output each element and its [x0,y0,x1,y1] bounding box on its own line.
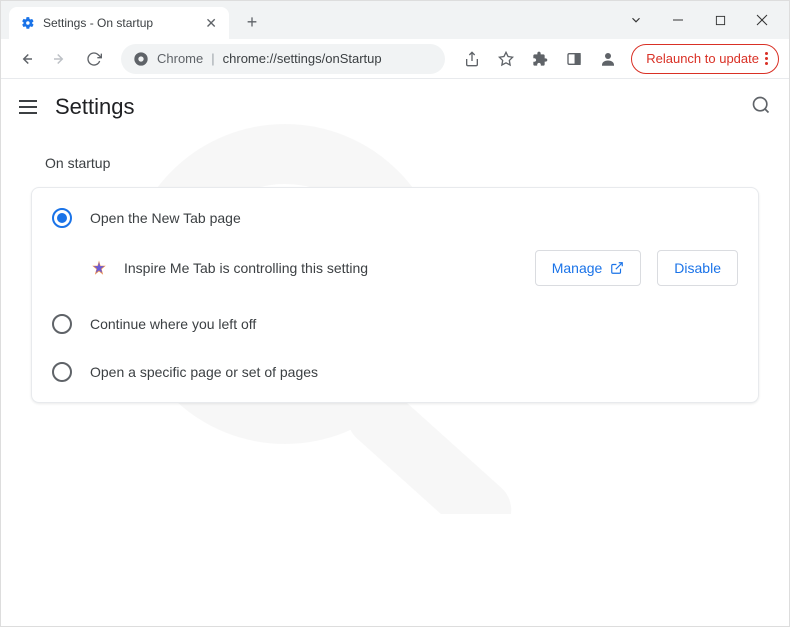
address-bar[interactable]: Chrome | chrome://settings/onStartup [121,44,445,74]
share-icon[interactable] [457,44,487,74]
close-icon[interactable] [755,13,769,27]
gear-icon [21,16,35,30]
radio-option-specific-pages[interactable]: Open a specific page or set of pages [32,348,758,396]
menu-icon[interactable] [19,100,37,114]
section-title: On startup [45,155,759,171]
radio-selected-icon [52,208,72,228]
page-title: Settings [55,94,135,120]
settings-content: On startup Open the New Tab page Inspire… [1,135,789,423]
window-controls [609,1,789,39]
address-path: chrome://settings/onStartup [223,51,382,66]
back-button[interactable] [11,44,41,74]
extension-message: Inspire Me Tab is controlling this setti… [124,260,519,276]
radio-unselected-icon [52,362,72,382]
extensions-icon[interactable] [525,44,555,74]
radio-unselected-icon [52,314,72,334]
relaunch-update-button[interactable]: Relaunch to update [631,44,779,74]
chrome-icon [133,51,149,67]
tab-title: Settings - On startup [43,16,153,30]
address-protocol: Chrome [157,51,203,66]
profile-icon[interactable] [593,44,623,74]
radio-option-continue[interactable]: Continue where you left off [32,300,758,348]
radio-label: Continue where you left off [90,316,256,332]
radio-option-new-tab[interactable]: Open the New Tab page [32,194,758,242]
disable-button[interactable]: Disable [657,250,738,286]
window-titlebar: Settings - On startup ✕ + [1,1,789,39]
radio-label: Open a specific page or set of pages [90,364,318,380]
update-label: Relaunch to update [646,51,759,66]
maximize-icon[interactable] [713,13,727,27]
browser-tab[interactable]: Settings - On startup ✕ [9,7,229,39]
settings-card: Open the New Tab page Inspire Me Tab is … [31,187,759,403]
external-link-icon [610,261,624,275]
tab-close-icon[interactable]: ✕ [205,15,217,32]
manage-button[interactable]: Manage [535,250,642,286]
radio-label: Open the New Tab page [90,210,241,226]
forward-button[interactable] [45,44,75,74]
settings-header: Settings [1,79,789,135]
extension-app-icon [90,259,108,277]
minimize-icon[interactable] [671,13,685,27]
bookmark-icon[interactable] [491,44,521,74]
reload-button[interactable] [79,44,109,74]
new-tab-button[interactable]: + [239,9,265,35]
side-panel-icon[interactable] [559,44,589,74]
menu-dots-icon [765,52,768,65]
browser-toolbar: Chrome | chrome://settings/onStartup Rel… [1,39,789,79]
chevron-down-icon[interactable] [629,13,643,27]
search-icon[interactable] [751,95,771,120]
extension-notice: Inspire Me Tab is controlling this setti… [32,242,758,300]
